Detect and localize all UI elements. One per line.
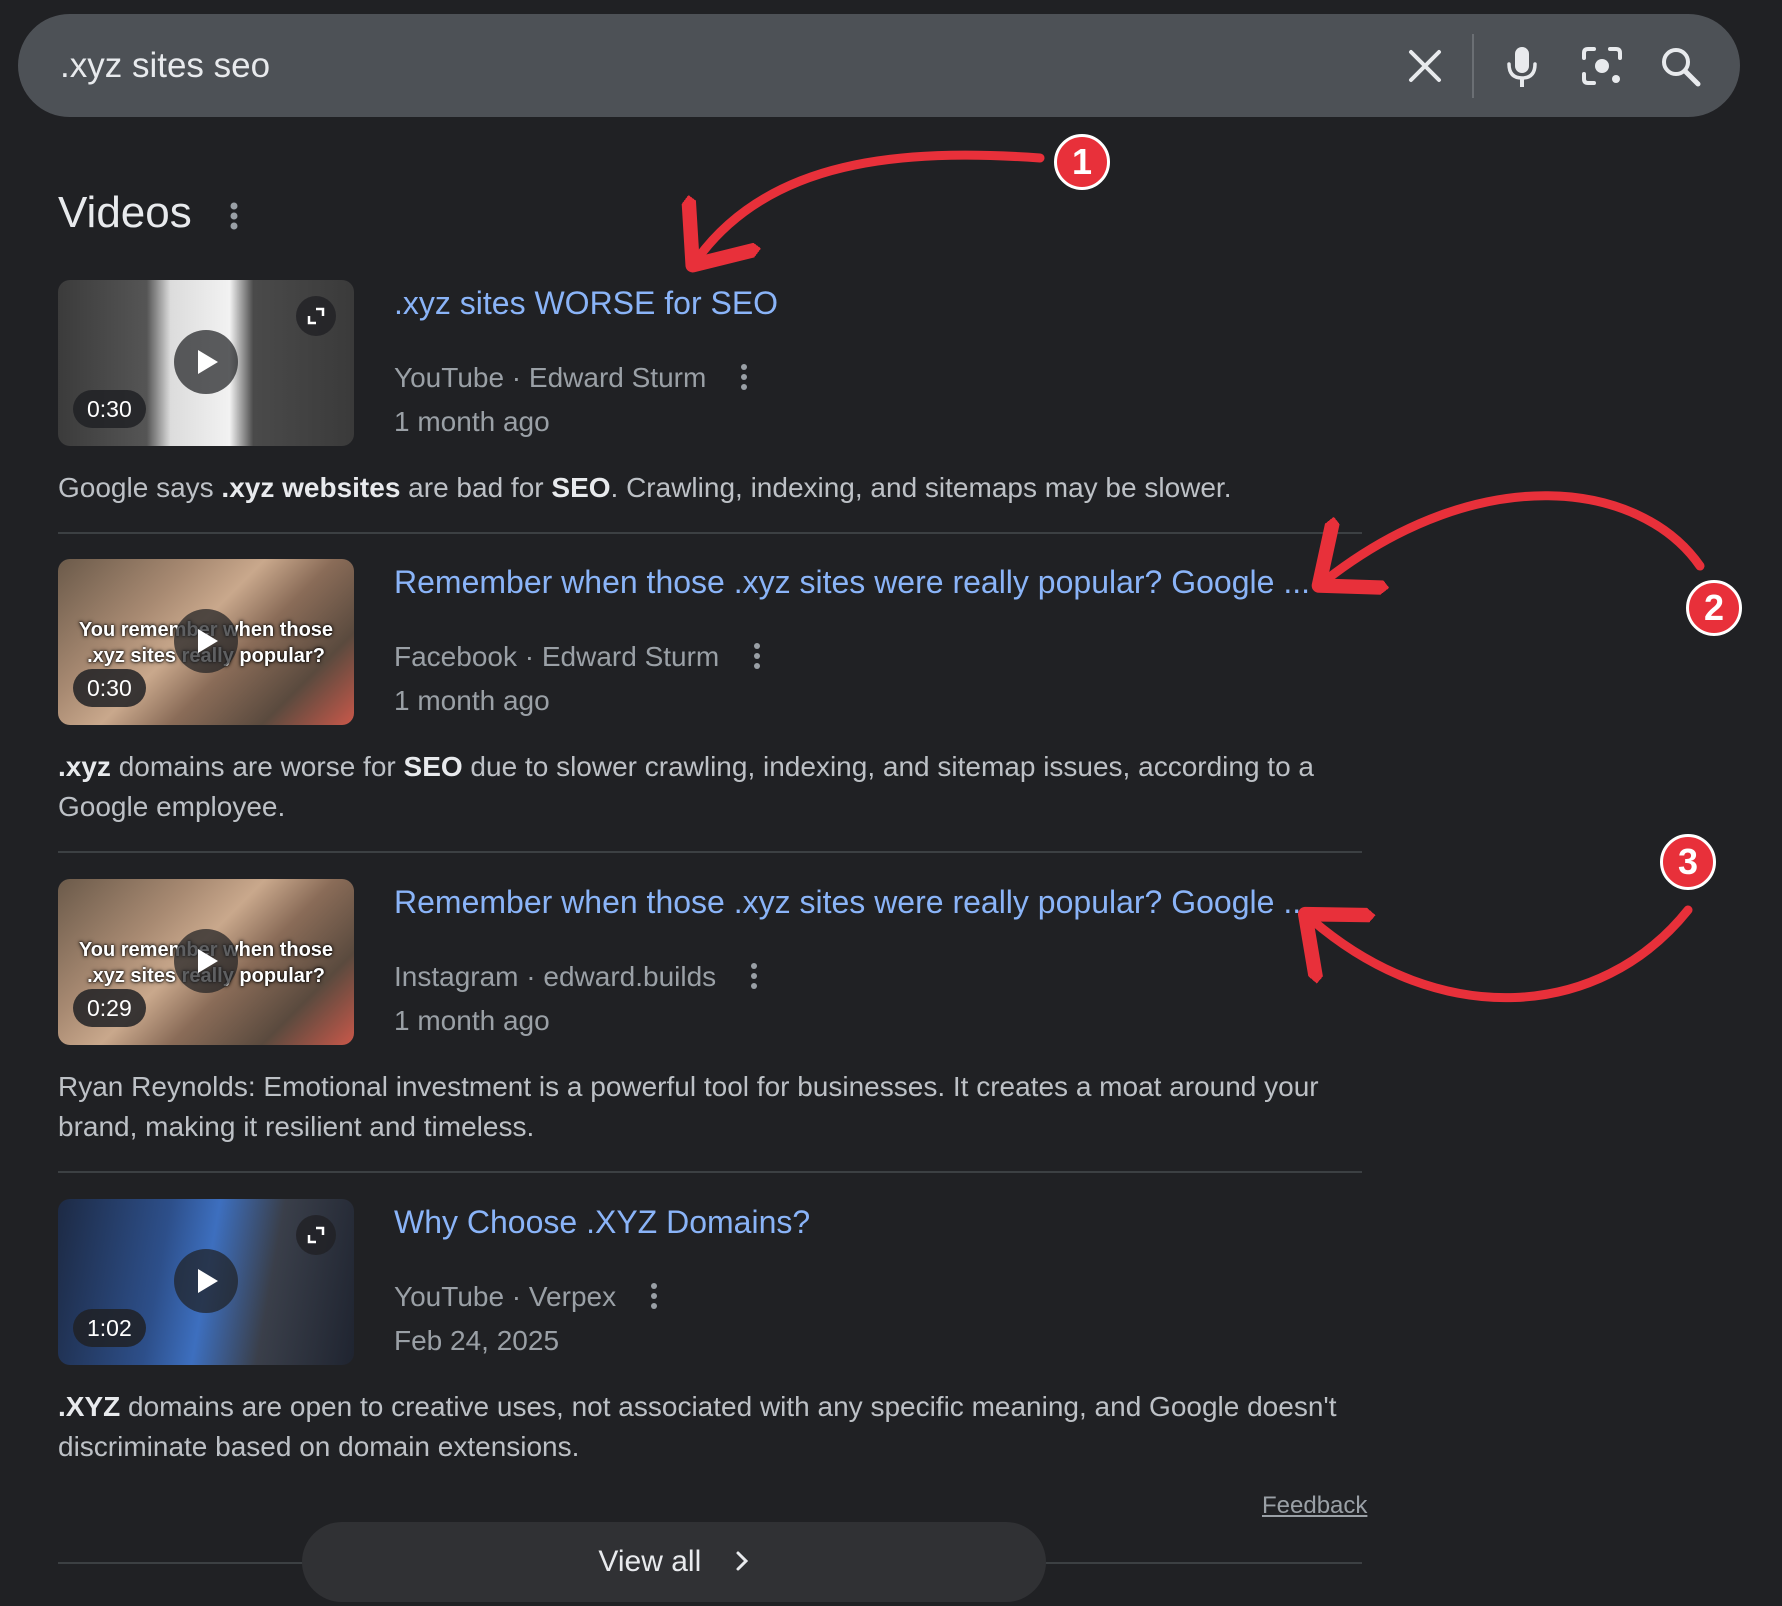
- play-icon[interactable]: [174, 609, 238, 673]
- result-source-text: YouTube · Edward Sturm: [394, 362, 707, 393]
- snippet-bold-text: .xyz websites: [221, 472, 401, 503]
- divider: [58, 1171, 1362, 1173]
- annotation-badge: 3: [1660, 834, 1716, 890]
- result-snippet: Google says .xyz websites are bad for SE…: [58, 468, 1362, 508]
- video-duration: 0:30: [73, 390, 146, 428]
- snippet-text: domains are worse for: [110, 751, 404, 782]
- close-icon[interactable]: [1401, 42, 1449, 90]
- expand-icon[interactable]: [296, 1215, 336, 1255]
- snippet-bold-text: .xyz: [58, 751, 111, 782]
- play-icon[interactable]: [174, 1249, 238, 1313]
- result-date: Feb 24, 2025: [394, 1325, 560, 1356]
- camera-lens-icon[interactable]: [1578, 42, 1626, 90]
- result-source: Facebook · Edward Sturm: [394, 639, 765, 676]
- result-title-link[interactable]: Why Choose .XYZ Domains?: [394, 1201, 810, 1243]
- divider: [58, 851, 1362, 853]
- result-title-link[interactable]: .xyz sites WORSE for SEO: [394, 282, 778, 324]
- more-vertical-icon[interactable]: [224, 196, 244, 236]
- search-input[interactable]: .xyz sites seo: [60, 14, 270, 117]
- annotation-badge: 1: [1054, 134, 1110, 190]
- search-icon[interactable]: [1656, 42, 1704, 90]
- video-thumbnail[interactable]: You remember when those .xyz sites reall…: [58, 559, 354, 725]
- video-duration: 0:29: [73, 989, 146, 1027]
- annotation-arrow-3: [1312, 905, 1693, 1002]
- video-duration: 1:02: [73, 1309, 146, 1347]
- snippet-bold-text: SEO: [551, 472, 611, 503]
- snippet-text: Ryan Reynolds: Emotional investment is a…: [58, 1071, 1319, 1142]
- search-bar[interactable]: .xyz sites seo: [18, 14, 1740, 117]
- result-snippet: .xyz domains are worse for SEO due to sl…: [58, 747, 1362, 827]
- more-vertical-icon[interactable]: [646, 1279, 662, 1313]
- video-thumbnail[interactable]: You remember when those .xyz sites reall…: [58, 879, 354, 1045]
- feedback-link[interactable]: Feedback: [1262, 1492, 1367, 1520]
- result-title-link[interactable]: Remember when those .xyz sites were real…: [394, 881, 1310, 923]
- video-duration: 0:30: [73, 669, 146, 707]
- result-snippet: Ryan Reynolds: Emotional investment is a…: [58, 1067, 1362, 1147]
- result-source: YouTube · Verpex: [394, 1279, 662, 1316]
- snippet-bold-text: .XYZ: [58, 1391, 121, 1422]
- result-source-text: YouTube · Verpex: [394, 1281, 617, 1312]
- annotation-arrow-1: [698, 150, 1045, 258]
- section-title: Videos: [58, 188, 192, 237]
- search-divider: [1472, 34, 1474, 98]
- snippet-text: domains are open to creative uses, not a…: [58, 1391, 1337, 1462]
- view-all-label: View all: [598, 1545, 702, 1578]
- divider: [58, 532, 1362, 534]
- play-icon[interactable]: [174, 929, 238, 993]
- more-vertical-icon[interactable]: [746, 959, 762, 993]
- snippet-bold-text: SEO: [403, 751, 463, 782]
- chevron-right-icon: [736, 1551, 748, 1571]
- snippet-text: Google says: [58, 472, 222, 503]
- microphone-icon[interactable]: [1498, 42, 1546, 90]
- result-source-text: Facebook · Edward Sturm: [394, 641, 720, 672]
- result-source: YouTube · Edward Sturm: [394, 360, 752, 397]
- expand-icon[interactable]: [296, 296, 336, 336]
- snippet-text: . Crawling, indexing, and sitemaps may b…: [610, 472, 1232, 503]
- result-date: 1 month ago: [394, 1005, 550, 1036]
- play-icon[interactable]: [174, 330, 238, 394]
- annotation-badge: 2: [1686, 580, 1742, 636]
- video-thumbnail[interactable]: 1:02: [58, 1199, 354, 1365]
- result-date: 1 month ago: [394, 406, 550, 437]
- video-thumbnail[interactable]: 0:30: [58, 280, 354, 446]
- result-title-link[interactable]: Remember when those .xyz sites were real…: [394, 561, 1310, 603]
- result-source-text: Instagram · edward.builds: [394, 961, 717, 992]
- more-vertical-icon[interactable]: [749, 639, 765, 673]
- result-source: Instagram · edward.builds: [394, 959, 762, 996]
- result-date: 1 month ago: [394, 685, 550, 716]
- more-vertical-icon[interactable]: [736, 360, 752, 394]
- view-all-button[interactable]: View all: [302, 1522, 1046, 1602]
- result-snippet: .XYZ domains are open to creative uses, …: [58, 1387, 1362, 1467]
- snippet-text: are bad for: [400, 472, 552, 503]
- annotation-arrow-2: [1326, 491, 1705, 580]
